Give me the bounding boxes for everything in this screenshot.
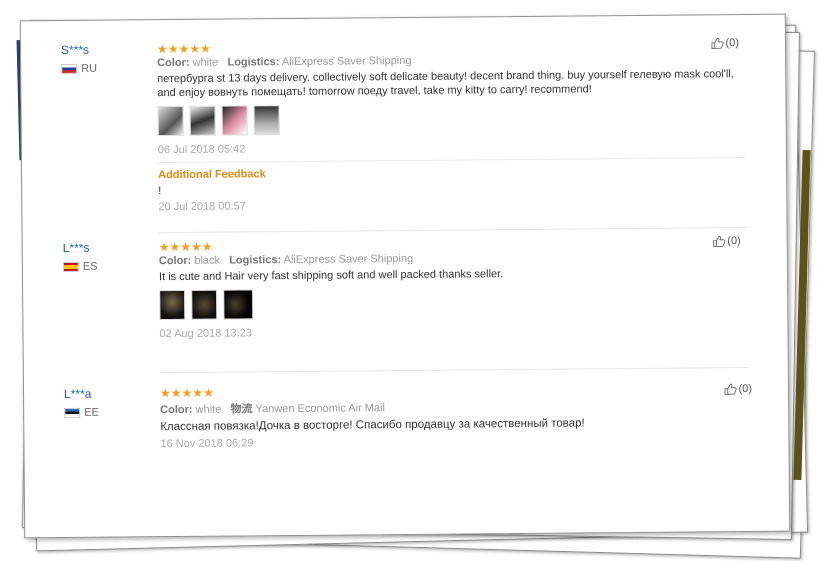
- divider: [157, 157, 746, 164]
- color-label: Color:: [158, 254, 192, 268]
- review-photo[interactable]: [189, 105, 216, 136]
- review-item: S***s RU ★★★★★ Color: white Logistics: A…: [21, 33, 785, 213]
- review-photo[interactable]: [159, 289, 186, 321]
- logistics-label: Logistics:: [229, 254, 282, 267]
- review-text: Классная повязка!Дочка в восторге! Спаси…: [160, 417, 585, 434]
- user-name[interactable]: L***s: [63, 241, 98, 255]
- additional-feedback-text: !: [158, 185, 162, 198]
- review-item: L***a EE ★★★★★ Color: white 物流 Yanwen Ec…: [24, 377, 788, 450]
- review-photo[interactable]: [221, 105, 248, 136]
- review-body: ★★★★★ Color: black Logistics: AliExpress…: [159, 235, 748, 340]
- like-count: (0): [725, 37, 740, 50]
- country-code: RU: [81, 62, 98, 75]
- flag-ru-icon: [61, 63, 78, 74]
- color-value: black: [194, 254, 221, 267]
- review-separator: [158, 227, 747, 234]
- thumbs-up-icon: [711, 37, 724, 49]
- review-date: 16 Nov 2018 06:29: [160, 437, 254, 451]
- color-label: Color:: [157, 56, 190, 70]
- review-body: ★★★★★ Color: white 物流 Yanwen Economic Ai…: [160, 381, 749, 450]
- logistics-value: AliExpress Saver Shipping: [283, 252, 414, 267]
- user-country: RU: [61, 63, 97, 75]
- review-photo[interactable]: [157, 105, 184, 137]
- flag-ee-icon: [64, 407, 81, 418]
- logistics-label: 物流: [230, 403, 253, 416]
- user-name[interactable]: S***s: [61, 43, 97, 57]
- review-date: 02 Aug 2018 13:23: [159, 327, 252, 341]
- review-photos: [159, 285, 747, 321]
- review-date: 06 Jul 2018 05:42: [157, 143, 246, 157]
- logistics-value: Yanwen Economic Air Mail: [255, 402, 385, 416]
- additional-feedback-date: 20 Jul 2018 00:57: [158, 200, 246, 214]
- thumbs-up-icon: [712, 235, 725, 247]
- additional-feedback-label: Additional Feedback: [158, 168, 266, 182]
- country-code: ES: [82, 260, 98, 273]
- review-list: S***s RU ★★★★★ Color: white Logistics: A…: [19, 13, 791, 539]
- review-user: L***s ES: [63, 241, 98, 273]
- review-photo[interactable]: [191, 289, 218, 320]
- review-photo[interactable]: [253, 105, 280, 136]
- like-count: (0): [738, 382, 753, 396]
- user-name[interactable]: L***a: [64, 387, 99, 401]
- country-code: EE: [84, 406, 99, 419]
- like-button[interactable]: (0): [710, 37, 739, 49]
- color-label: Color:: [160, 403, 193, 417]
- review-body: ★★★★★ Color: white Logistics: AliExpress…: [157, 37, 746, 213]
- user-country: ES: [62, 260, 98, 273]
- like-button[interactable]: (0): [712, 235, 741, 247]
- review-photo[interactable]: [223, 289, 254, 320]
- logistics-value: AliExpress Saver Shipping: [281, 54, 412, 69]
- logistics-label: Logistics:: [227, 56, 280, 69]
- thumbs-up-icon: [724, 383, 737, 395]
- review-item: L***s ES ★★★★★ Color: black Logistics: A…: [23, 231, 787, 340]
- color-value: white: [192, 56, 219, 69]
- user-country: EE: [64, 407, 99, 419]
- review-user: L***a EE: [64, 387, 99, 419]
- review-text: It is cute and Hair very fast shipping s…: [158, 268, 504, 284]
- flag-es-icon: [62, 261, 79, 272]
- like-count: (0): [727, 235, 741, 248]
- review-separator: [159, 367, 748, 374]
- like-button[interactable]: (0): [723, 383, 752, 395]
- review-photos: [157, 101, 746, 137]
- color-value: white: [195, 403, 222, 416]
- review-text: петербурга st 13 days delivery. collecti…: [157, 68, 734, 100]
- review-user: S***s RU: [61, 43, 97, 75]
